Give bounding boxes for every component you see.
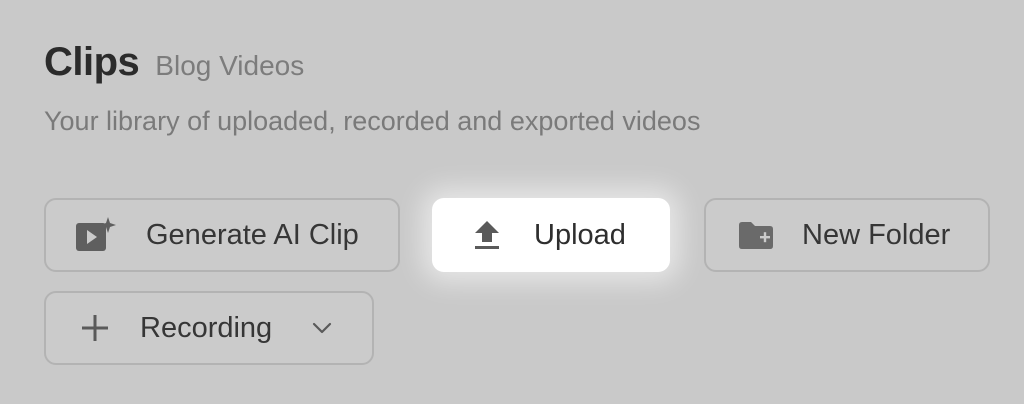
upload-icon [472,218,502,252]
upload-label: Upload [534,218,626,251]
video-sparkle-icon [74,215,118,255]
folder-plus-icon [738,220,774,250]
new-folder-label: New Folder [802,218,951,251]
new-folder-button[interactable]: New Folder [704,198,990,272]
chevron-down-icon[interactable] [312,322,332,334]
recording-button[interactable]: Recording [44,291,374,365]
generate-ai-clip-button[interactable]: Generate AI Clip [44,198,400,272]
upload-button[interactable]: Upload [432,198,670,272]
workspace-tag: Blog Videos [155,50,305,81]
generate-ai-clip-label: Generate AI Clip [146,218,359,251]
page-description: Your library of uploaded, recorded and e… [44,106,701,136]
recording-label: Recording [140,311,273,344]
plus-icon [80,313,110,343]
page-title: Clips [44,40,140,84]
page-header: Clips Blog Videos [44,40,304,85]
